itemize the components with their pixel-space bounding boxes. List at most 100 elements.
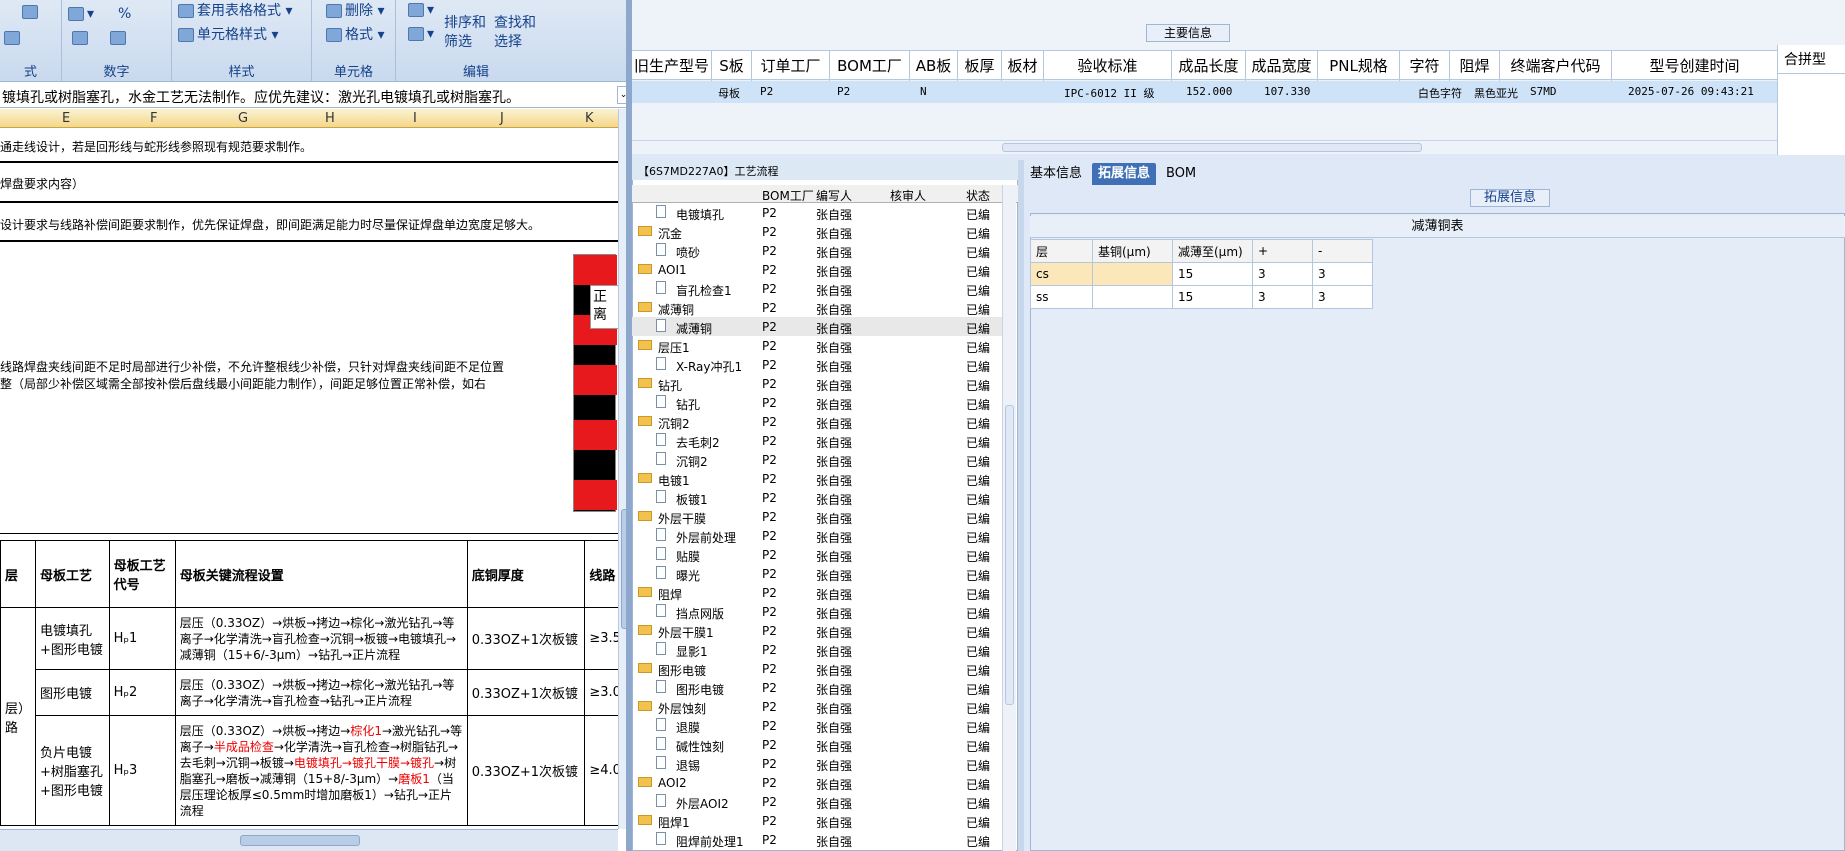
column-header[interactable]: 验收标准: [1044, 51, 1172, 81]
table-row[interactable]: cs 15 3 3: [1030, 262, 1373, 286]
grid-cell[interactable]: P2: [760, 85, 773, 98]
decrease-decimal-icon[interactable]: [110, 30, 129, 46]
table-cell[interactable]: [1092, 262, 1173, 286]
tree-scrollbar[interactable]: [1002, 185, 1016, 851]
tree-item[interactable]: 外层蚀刻 P2 张自强 已编: [632, 697, 1002, 716]
table-cell[interactable]: cs: [1030, 262, 1093, 286]
table-cell[interactable]: [1092, 285, 1173, 309]
column-header[interactable]: E: [62, 111, 70, 126]
increase-decimal-icon[interactable]: [72, 30, 91, 46]
column-header[interactable]: 终端客户代码: [1500, 51, 1612, 81]
column-header[interactable]: K: [585, 111, 594, 126]
wrap-icon[interactable]: [22, 4, 41, 20]
format-button[interactable]: 格式 ▾: [326, 24, 384, 44]
table-cell[interactable]: 3: [1312, 262, 1373, 286]
tree-item[interactable]: 板镀1 P2 张自强 已编: [632, 488, 1002, 507]
sort-filter-button[interactable]: 排序和 筛选: [444, 14, 486, 52]
tab-bom[interactable]: BOM: [1160, 163, 1202, 185]
tree-item[interactable]: 外层AOI2 P2 张自强 已编: [632, 792, 1002, 811]
column-header[interactable]: I: [413, 111, 417, 126]
table-format-button[interactable]: 套用表格格式 ▾: [178, 0, 292, 20]
tree-item[interactable]: 外层干膜1 P2 张自强 已编: [632, 621, 1002, 640]
column-header[interactable]: 成品长度: [1172, 51, 1246, 81]
column-header[interactable]: 成品宽度: [1246, 51, 1318, 81]
grid-cell[interactable]: P2: [837, 85, 850, 98]
tree-item[interactable]: 层压1 P2 张自强 已编: [632, 336, 1002, 355]
tree-item[interactable]: 沉铜2 P2 张自强 已编: [632, 412, 1002, 431]
table-cell[interactable]: 15: [1172, 285, 1253, 309]
tree-item[interactable]: 阻焊1 P2 张自强 已编: [632, 811, 1002, 830]
column-header[interactable]: PNL规格: [1318, 51, 1400, 81]
excel-horizontal-scrollbar[interactable]: [0, 829, 618, 851]
tree-item[interactable]: 电镀1 P2 张自强 已编: [632, 469, 1002, 488]
column-header[interactable]: 字符: [1400, 51, 1450, 81]
tree-item[interactable]: 减薄铜 P2 张自强 已编: [632, 298, 1002, 317]
table-cell[interactable]: 3: [1252, 262, 1313, 286]
tab-basic-info[interactable]: 基本信息: [1024, 163, 1088, 185]
cell-style-button[interactable]: 单元格样式 ▾: [178, 24, 278, 44]
grid-cell[interactable]: 白色字符: [1418, 85, 1462, 101]
main-grid-scrollbar[interactable]: [632, 140, 1777, 154]
table-row[interactable]: ss 15 3 3: [1030, 285, 1373, 309]
formula-bar[interactable]: 镀填孔或树脂塞孔，水金工艺无法制作。应优先建议：激光孔电镀填孔或树脂塞孔。: [0, 84, 626, 108]
column-header[interactable]: BOM工厂: [830, 51, 910, 81]
tree-item[interactable]: 阻焊 P2 张自强 已编: [632, 583, 1002, 602]
table-cell[interactable]: ss: [1030, 285, 1093, 309]
column-header[interactable]: +: [1252, 239, 1313, 263]
clear-icon[interactable]: ▾: [408, 26, 434, 42]
sheet-line[interactable]: 线路焊盘夹线间距不足时局部进行少补偿，不允许整根线少补偿，只针对焊盘夹线间距不足…: [0, 358, 504, 375]
tree-item[interactable]: 盲孔检查1 P2 张自强 已编: [632, 279, 1002, 298]
column-header[interactable]: 板厚: [958, 51, 1002, 81]
column-header[interactable]: -: [1312, 239, 1373, 263]
grid-cell[interactable]: 2025-07-26 09:43:21: [1628, 85, 1754, 98]
tree-item[interactable]: 显影1 P2 张自强 已编: [632, 640, 1002, 659]
table-row[interactable]: 层）路 电镀填孔+图形电镀 Hₚ1 层压（0.33OZ）→烘板→拷边→棕化→激光…: [0, 607, 626, 826]
tree-item[interactable]: 阻焊前处理1 P2 张自强 已编: [632, 830, 1002, 849]
tree-column-header[interactable]: 状态: [966, 187, 990, 204]
sheet-line[interactable]: 整（局部少补偿区域需全部按补偿后盘线最小间距能力制作），间距足够位置正常补偿，如…: [0, 375, 486, 392]
grid-cell[interactable]: 黑色亚光: [1474, 85, 1518, 101]
tree-item[interactable]: 去毛刺2 P2 张自强 已编: [632, 431, 1002, 450]
tree-item[interactable]: 沉金 P2 张自强 已编: [632, 222, 1002, 241]
sheet-line[interactable]: 焊盘要求内容）: [0, 175, 84, 192]
column-header[interactable]: 层: [1030, 239, 1093, 263]
column-header[interactable]: 订单工厂: [752, 51, 830, 81]
table-row[interactable]: 图形电镀 Hₚ2 层压（0.33OZ）→烘板→拷边→棕化→激光钻孔→等离子→化学…: [1, 669, 626, 716]
tree-column-header[interactable]: BOM工厂: [762, 187, 814, 204]
tree-item[interactable]: 贴膜 P2 张自强 已编: [632, 545, 1002, 564]
tree-item[interactable]: 碱性蚀刻 P2 张自强 已编: [632, 735, 1002, 754]
tree-item[interactable]: 钻孔 P2 张自强 已编: [632, 393, 1002, 412]
find-select-button[interactable]: 查找和 选择: [494, 14, 536, 52]
tree-item[interactable]: 喷砂 P2 张自强 已编: [632, 241, 1002, 260]
tree-item[interactable]: 图形电镀 P2 张自强 已编: [632, 659, 1002, 678]
sheet-line[interactable]: 通走线设计，若是回形线与蛇形线参照现有规范要求制作。: [0, 138, 312, 155]
column-header[interactable]: 减薄至(μm): [1172, 239, 1253, 263]
tree-item[interactable]: 沉铜2 P2 张自强 已编: [632, 450, 1002, 469]
column-header[interactable]: 型号创建时间: [1612, 51, 1777, 81]
column-header[interactable]: 旧生产型号: [632, 51, 712, 81]
column-header[interactable]: 基铜(μm): [1092, 239, 1173, 263]
formula-expand-icon[interactable]: ⌄: [617, 86, 626, 104]
grid-cell[interactable]: 152.000: [1186, 85, 1232, 98]
tree-item[interactable]: 减薄铜 P2 张自强 已编: [632, 317, 1002, 336]
delete-button[interactable]: 删除 ▾: [326, 0, 384, 20]
table-cell[interactable]: 3: [1252, 285, 1313, 309]
tree-item[interactable]: AOI1 P2 张自强 已编: [632, 260, 1002, 279]
tree-item[interactable]: 电镀填孔 P2 张自强 已编: [632, 203, 1002, 222]
column-header[interactable]: J: [500, 111, 504, 126]
grid-cell[interactable]: 107.330: [1264, 85, 1310, 98]
accounting-format-icon[interactable]: ▾: [68, 6, 94, 22]
tree-item[interactable]: 曝光 P2 张自强 已编: [632, 564, 1002, 583]
column-header[interactable]: H: [325, 111, 335, 126]
tree-item[interactable]: 钻孔 P2 张自强 已编: [632, 374, 1002, 393]
excel-vertical-scrollbar[interactable]: [618, 109, 626, 829]
grid-cell[interactable]: S7MD: [1530, 85, 1557, 98]
column-header[interactable]: S板: [712, 51, 752, 81]
tree-item[interactable]: 退锡 P2 张自强 已编: [632, 754, 1002, 773]
tree-item[interactable]: X-Ray冲孔1 P2 张自强 已编: [632, 355, 1002, 374]
tab-extended-info[interactable]: 拓展信息: [1092, 163, 1157, 185]
autosum-icon[interactable]: ▾: [408, 2, 434, 18]
tree-item[interactable]: AOI2 P2 张自强 已编: [632, 773, 1002, 792]
percent-button[interactable]: %: [118, 6, 131, 22]
tree-item[interactable]: 外层干膜 P2 张自强 已编: [632, 507, 1002, 526]
